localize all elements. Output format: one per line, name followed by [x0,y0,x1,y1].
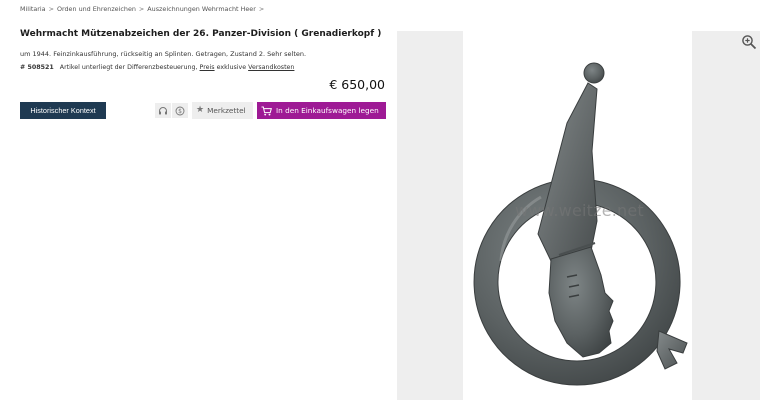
image-watermark: www.weitze.net [515,201,644,220]
product-meta: # 508521 Artikel unterliegt der Differenz… [20,64,294,71]
tax-note: Artikel unterliegt der Differenzbesteuer… [59,64,198,71]
tax-note-exclusive: exklusive [216,64,247,71]
product-title: Wehrmacht Mützenabzeichen der 26. Panzer… [20,29,382,39]
breadcrumb-militaria[interactable]: Militaria [20,5,46,13]
headphones-icon [159,106,167,114]
price-info-button[interactable]: $ [172,103,188,118]
breadcrumb-auszeichnungen[interactable]: Auszeichnungen Wehrmacht Heer [147,5,256,13]
svg-text:$: $ [178,108,182,115]
breadcrumb-orden[interactable]: Orden und Ehrenzeichen [57,5,136,13]
article-number: # 508521 [20,64,54,71]
product-price: € 650,00 [329,77,385,92]
watchlist-label: Merkzettel [207,106,246,115]
breadcrumb: Militaria > Orden und Ehrenzeichen > Auszeic… [20,5,267,13]
cart-icon [261,106,272,115]
audio-button[interactable] [155,103,171,118]
price-link[interactable]: Preis [200,64,215,71]
add-to-cart-button[interactable]: In den Einkaufswagen legen [257,102,386,119]
breadcrumb-separator: > [48,5,54,13]
breadcrumb-separator: > [138,5,145,13]
product-image-panel: www.weitze.net [397,31,760,400]
watchlist-button[interactable]: ★ Merkzettel [192,102,253,119]
dollar-icon: $ [175,106,185,115]
zoom-button[interactable] [741,34,757,50]
product-description: um 1944. Feinzinkausführung, rückseitig … [20,50,307,58]
breadcrumb-separator: > [258,5,265,13]
product-image[interactable]: www.weitze.net [463,31,692,400]
add-to-cart-label: In den Einkaufswagen legen [276,106,379,115]
historical-context-button[interactable]: Historischer Kontext [20,102,106,119]
shipping-link[interactable]: Versandkosten [248,64,294,71]
star-icon: ★ [196,105,205,115]
zoom-in-icon [742,35,757,50]
